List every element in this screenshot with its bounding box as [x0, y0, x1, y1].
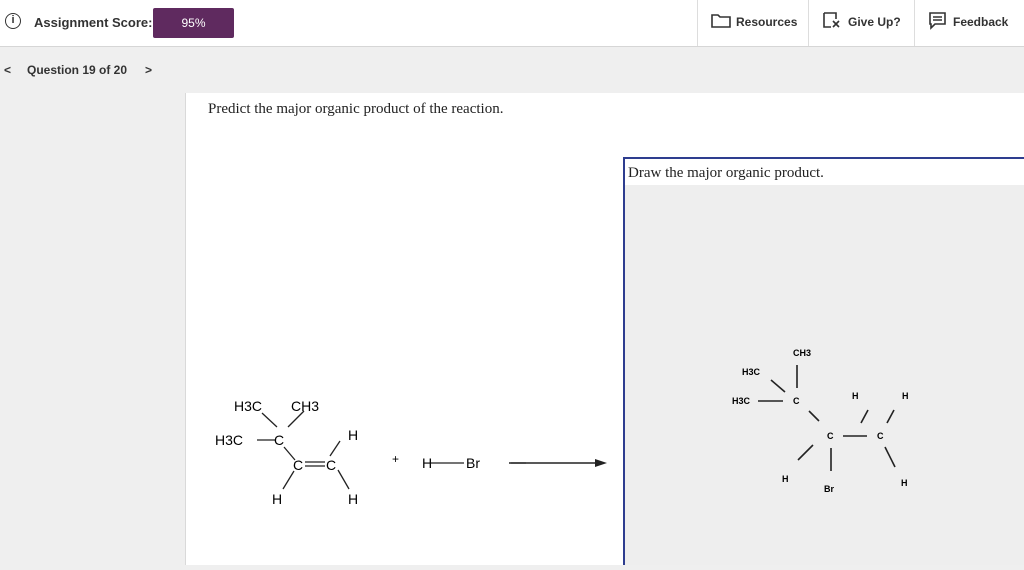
divider — [808, 0, 809, 46]
give-up-icon — [823, 12, 840, 28]
atom-label: H — [272, 491, 282, 507]
question-counter: Question 19 of 20 — [27, 63, 128, 77]
reaction-arrow — [509, 459, 607, 467]
atom-label: H3C — [732, 396, 751, 406]
reagent-hydrogen: H — [422, 455, 432, 471]
atom-label: H3C — [215, 432, 243, 448]
plus-sign: + — [392, 452, 399, 466]
drawing-canvas[interactable]: CH3 H3C H3C C H H C C H Br H — [625, 185, 1024, 565]
atom-label: H — [348, 427, 358, 443]
info-icon[interactable]: i — [5, 13, 21, 29]
give-up-label: Give Up? — [848, 15, 901, 29]
atom-label: C — [274, 432, 284, 448]
atom-label: CH3 — [793, 348, 811, 358]
atom-label: H — [348, 491, 358, 507]
atom-label: Br — [824, 484, 834, 494]
atom-label: H — [902, 391, 909, 401]
reagent-bromine: Br — [466, 455, 480, 471]
feedback-icon — [929, 12, 946, 30]
atom-label: H3C — [742, 367, 761, 377]
atom-label: C — [877, 431, 884, 441]
atom-label: C — [793, 396, 800, 406]
product-structure: CH3 H3C H3C C H H C C H Br H — [732, 348, 909, 494]
atom-label: H — [782, 474, 789, 484]
feedback-label: Feedback — [953, 15, 1009, 29]
assignment-score-label: Assignment Score: — [34, 15, 153, 30]
atom-label: CH3 — [291, 398, 319, 414]
atom-label: H3C — [234, 398, 262, 414]
assignment-score-badge: 95% — [153, 8, 234, 38]
question-prompt: Predict the major organic product of the… — [208, 101, 504, 117]
drawing-prompt: Draw the major organic product. — [625, 159, 1024, 185]
divider — [697, 0, 698, 46]
atom-label: C — [293, 457, 303, 473]
atom-label: C — [326, 457, 336, 473]
resources-label: Resources — [736, 15, 798, 29]
atom-label: C — [827, 431, 834, 441]
folder-icon — [711, 14, 731, 28]
next-question-button[interactable]: > — [145, 63, 152, 77]
atom-label: H — [901, 478, 908, 488]
reactant-structure: H3C CH3 H3C C H C C H H + H Br — [215, 398, 526, 507]
top-bar: i Assignment Score: 95% Resources Give U… — [0, 0, 1024, 47]
divider — [914, 0, 915, 46]
atom-label: H — [852, 391, 859, 401]
drawing-panel: Draw the major organic product. CH3 H3C … — [623, 157, 1024, 565]
previous-question-button[interactable]: < — [4, 63, 11, 77]
